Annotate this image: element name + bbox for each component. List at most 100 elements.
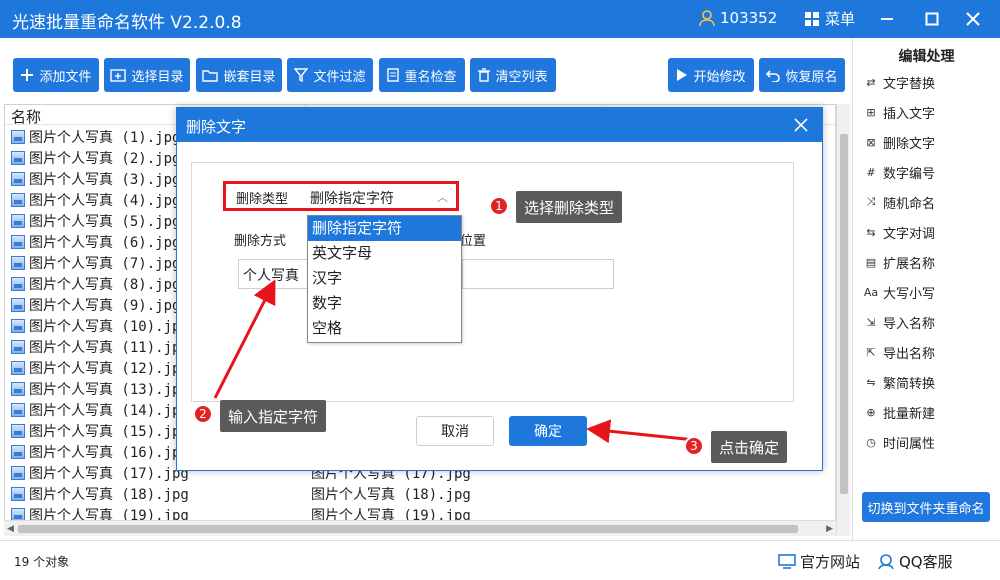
file-name-cell: 图片个人写真 (14).jpg: [11, 400, 189, 420]
panel-item[interactable]: ⊠ 删除文字: [863, 130, 935, 154]
chevron-up-icon: ︿: [437, 191, 448, 204]
dropdown-option[interactable]: 汉字: [308, 266, 461, 291]
scroll-right-icon[interactable]: ▶: [826, 524, 833, 534]
file-name-cell: 图片个人写真 (9).jpg: [11, 295, 180, 315]
plus-icon: [21, 69, 34, 81]
file-name-cell: 图片个人写真 (4).jpg: [11, 190, 180, 210]
file-name: 图片个人写真 (2).jpg: [29, 151, 181, 167]
panel-item[interactable]: ⇄ 文字替换: [863, 70, 935, 94]
horizontal-scrollbar[interactable]: ◀ ▶: [4, 520, 836, 536]
new-icon: ⊕: [866, 405, 876, 419]
start-button[interactable]: 开始修改: [668, 58, 754, 92]
file-name: 图片个人写真 (13).jpg: [29, 382, 189, 398]
panel-item-label: 导出名称: [883, 346, 936, 362]
panel-item[interactable]: ⇆ 文字对调: [863, 220, 935, 244]
clear-list-button[interactable]: 清空列表: [470, 58, 556, 92]
file-name: 图片个人写真 (14).jpg: [29, 403, 189, 419]
menu-label: 菜单: [825, 10, 856, 28]
panel-item[interactable]: ◷ 时间属性: [863, 430, 935, 454]
panel-item[interactable]: ⊞ 插入文字: [863, 100, 935, 124]
image-file-icon: [11, 256, 25, 270]
dropdown-option[interactable]: 空格: [308, 316, 461, 341]
panel-item[interactable]: Aa 大写小写: [863, 280, 935, 304]
close-button[interactable]: [960, 6, 986, 32]
specified-chars-input[interactable]: 个人写真: [238, 259, 310, 289]
panel-item[interactable]: ⇲ 导入名称: [863, 310, 935, 334]
file-name: 图片个人写真 (5).jpg: [29, 214, 181, 230]
file-name-cell: 图片个人写真 (1).jpg: [11, 127, 180, 147]
switch-folder-rename-button[interactable]: 切换到文件夹重命名: [862, 492, 990, 522]
file-name-cell: 图片个人写真 (12).jpg: [11, 358, 189, 378]
case-icon: Aa: [863, 285, 879, 299]
delete-type-dropdown[interactable]: 删除指定字符 英文字母 汉字 数字 空格: [307, 215, 462, 343]
panel-item[interactable]: ▤ 扩展名称: [863, 250, 935, 274]
menu-button[interactable]: 菜单: [805, 8, 855, 29]
panel-item[interactable]: ⇋ 繁简转换: [863, 370, 935, 394]
file-name-cell: 图片个人写真 (5).jpg: [11, 211, 180, 231]
object-count: 19 个对象: [14, 555, 70, 569]
file-filter-button[interactable]: 文件过滤: [287, 58, 373, 92]
panel-item[interactable]: # 数字编号: [863, 160, 935, 184]
toolbar: 添加文件 选择目录 嵌套目录 文件过滤 重名检查 清空列表 开始修改 恢复原名: [0, 38, 852, 100]
delete-method-label: 删除方式: [234, 234, 287, 249]
dropdown-option[interactable]: 数字: [308, 291, 461, 316]
nested-dir-button[interactable]: 嵌套目录: [196, 58, 282, 92]
dialog-close-icon[interactable]: [790, 114, 812, 136]
image-file-icon: [11, 277, 25, 291]
add-file-button[interactable]: 添加文件: [13, 58, 99, 92]
file-name: 图片个人写真 (11).jpg: [29, 340, 189, 356]
panel-item-label: 删除文字: [883, 136, 936, 152]
panel-item[interactable]: ⊕ 批量新建: [863, 400, 935, 424]
vertical-scrollbar[interactable]: [836, 104, 850, 536]
select-dir-button[interactable]: 选择目录: [104, 58, 190, 92]
monitor-icon: [778, 553, 796, 569]
panel-item-label: 时间属性: [883, 436, 936, 452]
delete-text-icon: ⊠: [866, 135, 876, 149]
trash-icon: [478, 68, 491, 82]
website-link[interactable]: 官方网站: [778, 551, 860, 572]
dropdown-option[interactable]: 删除指定字符: [308, 216, 461, 241]
user-account[interactable]: 103352: [698, 9, 777, 27]
panel-item[interactable]: ⇱ 导出名称: [863, 340, 935, 364]
image-file-icon: [11, 172, 25, 186]
image-file-icon: [11, 361, 25, 375]
swap-icon: ⇆: [866, 225, 876, 239]
file-name: 图片个人写真 (7).jpg: [29, 256, 181, 272]
qq-support-link[interactable]: QQ客服: [877, 551, 953, 572]
dup-check-button[interactable]: 重名检查: [379, 58, 465, 92]
delete-type-select[interactable]: 删除类型 删除指定字符 ︿: [223, 181, 459, 211]
file-name: 图片个人写真 (17).jpg: [29, 466, 189, 482]
file-name: 图片个人写真 (10).jpg: [29, 319, 189, 335]
col-name-header[interactable]: 名称: [11, 106, 41, 127]
scroll-thumb[interactable]: [840, 134, 848, 494]
maximize-button[interactable]: [919, 6, 945, 32]
table-row[interactable]: 图片个人写真 (18).jpg 图片个人写真 (18).jpg: [5, 483, 835, 504]
image-file-icon: [11, 298, 25, 312]
dropdown-option[interactable]: 英文字母: [308, 241, 461, 266]
image-file-icon: [11, 445, 25, 459]
user-id: 103352: [720, 9, 778, 27]
image-file-icon: [11, 424, 25, 438]
file-name-cell: 图片个人写真 (7).jpg: [11, 253, 180, 273]
status-bar: 19 个对象 官方网站 QQ客服: [0, 540, 1000, 580]
number-icon: #: [866, 165, 876, 179]
minimize-icon: [881, 18, 893, 20]
file-name-cell: 图片个人写真 (6).jpg: [11, 232, 180, 252]
file-name-cell: 图片个人写真 (17).jpg: [11, 463, 189, 483]
panel-item[interactable]: ⤨ 随机命名: [863, 190, 935, 214]
step1-badge: 1: [489, 196, 509, 216]
file-name: 图片个人写真 (8).jpg: [29, 277, 181, 293]
file-name-cell: 图片个人写真 (16).jpg: [11, 442, 189, 462]
position-input[interactable]: [462, 259, 614, 289]
minimize-button[interactable]: [874, 6, 900, 32]
panel-item-label: 文字对调: [883, 226, 936, 242]
image-file-icon: [11, 466, 25, 480]
cancel-button[interactable]: 取消: [416, 416, 494, 446]
file-name: 图片个人写真 (18).jpg: [29, 487, 189, 503]
scroll-thumb[interactable]: [18, 525, 798, 533]
restore-button[interactable]: 恢复原名: [759, 58, 845, 92]
file-name: 图片个人写真 (1).jpg: [29, 130, 181, 146]
scroll-left-icon[interactable]: ◀: [7, 524, 14, 534]
image-file-icon: [11, 130, 25, 144]
ok-button[interactable]: 确定: [509, 416, 587, 446]
